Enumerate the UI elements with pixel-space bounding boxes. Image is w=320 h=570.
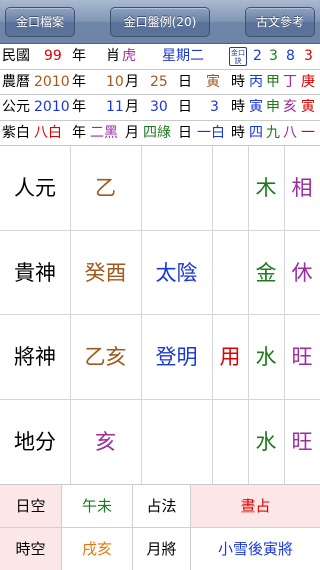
- zibai-month-unit: 月: [125, 124, 139, 141]
- stem-cell: 癸酉: [84, 260, 127, 285]
- num-1: 2: [253, 48, 262, 64]
- stem-year: 丙: [249, 73, 263, 90]
- spirit-cell: [141, 400, 212, 484]
- use-cell: [212, 400, 248, 484]
- calendar-row-minguo: 民國 99 年 肖 虎 星期二 金口訣 2 3 8 3: [0, 44, 320, 70]
- use-cell: [212, 146, 248, 230]
- spirit-cell: 太陰: [155, 260, 198, 285]
- minguo-year: 99: [44, 48, 62, 64]
- calendar-row-lunar: 農曆 2010 年 10 月 25 日 寅 時 丙 甲 丁 庚: [0, 70, 320, 95]
- divination-method-value[interactable]: 晝占: [191, 485, 320, 527]
- stem-day: 丁: [283, 73, 297, 90]
- calendar-panel: 民國 99 年 肖 虎 星期二 金口訣 2 3 8 3 農曆 2010 年 10…: [0, 44, 320, 146]
- zibai-label: 紫白: [2, 124, 30, 141]
- branch-month: 申: [266, 99, 280, 115]
- month-general-value[interactable]: 小雪後寅將: [191, 528, 320, 570]
- extra-3: 八: [283, 124, 297, 141]
- lunar-month: 10: [106, 73, 124, 90]
- lunar-year-unit: 年: [72, 73, 86, 90]
- lunar-day-unit: 日: [178, 73, 192, 90]
- grid-row-guishen[interactable]: 貴神 癸酉 太陰 金 休: [0, 231, 320, 315]
- jinkou-chart-grid: 人元 乙 木 相 貴神 癸酉 太陰 金 休 將神 乙亥 登明 用 水 旺 地分 …: [0, 146, 320, 484]
- calendar-row-zibai: 紫白 八白 年 二黑 月 四綠 日 一白 時 四 九 八 一: [0, 121, 320, 146]
- year-unit: 年: [72, 48, 86, 64]
- element-cell: 水: [255, 429, 277, 454]
- grid-row-renyuan[interactable]: 人元 乙 木 相: [0, 146, 320, 231]
- day-void-value: 午未: [62, 485, 133, 527]
- weekday: 星期二: [162, 48, 204, 64]
- zibai-year-star: 八白: [34, 124, 62, 141]
- gregorian-hour-unit: 時: [231, 99, 245, 115]
- gregorian-year-unit: 年: [72, 99, 86, 115]
- stem-cell: 乙: [95, 176, 116, 200]
- spirit-cell: 登明: [155, 345, 198, 369]
- state-cell: 旺: [291, 429, 313, 454]
- state-cell: 休: [291, 260, 313, 285]
- classical-reference-button[interactable]: 古文參考: [245, 7, 315, 37]
- extra-2: 九: [266, 124, 280, 141]
- num-3: 8: [286, 48, 295, 64]
- hour-void-label: 時空: [0, 528, 62, 570]
- era-label: 民國: [2, 48, 30, 64]
- extra-1: 四: [249, 124, 263, 141]
- hour-void-value: 戌亥: [62, 528, 133, 570]
- zibai-year-unit: 年: [72, 124, 86, 141]
- grid-row-difen[interactable]: 地分 亥 水 旺: [0, 400, 320, 485]
- element-cell: 水: [255, 345, 277, 369]
- lunar-year: 2010: [34, 73, 70, 90]
- stem-cell: 亥: [95, 429, 116, 454]
- use-cell: 用: [219, 345, 241, 369]
- extra-4: 一: [301, 124, 315, 141]
- num-4: 3: [304, 48, 313, 64]
- gregorian-hour: 3: [210, 99, 219, 115]
- day-void-label: 日空: [0, 485, 62, 527]
- branch-day: 亥: [283, 99, 297, 115]
- branch-year: 寅: [249, 99, 263, 115]
- zodiac-animal: 虎: [122, 48, 136, 64]
- element-cell: 木: [255, 176, 277, 200]
- bottom-row-day: 日空 午未 占法 晝占: [0, 485, 320, 528]
- row-label: 將神: [14, 345, 56, 369]
- bottom-row-hour: 時空 戌亥 月將 小雪後寅將: [0, 528, 320, 570]
- gregorian-month: 11: [106, 99, 124, 115]
- calendar-row-gregorian: 公元 2010 年 11 月 30 日 3 時 寅 申 亥 寅: [0, 95, 320, 121]
- element-cell: 金: [255, 260, 277, 285]
- divination-method-label: 占法: [133, 485, 191, 527]
- gregorian-year: 2010: [34, 99, 70, 115]
- row-label: 人元: [14, 176, 56, 200]
- gregorian-label: 公元: [2, 99, 30, 115]
- zibai-hour-star: 一白: [197, 124, 225, 141]
- branch-hour: 寅: [301, 99, 315, 115]
- seal-stamp[interactable]: 金口訣: [229, 47, 247, 66]
- records-button[interactable]: 金口檔案: [5, 7, 75, 37]
- zibai-day-star: 四綠: [143, 124, 171, 141]
- lunar-hour-branch: 寅: [206, 73, 220, 90]
- gregorian-day-unit: 日: [178, 99, 192, 115]
- row-label: 貴神: [14, 260, 56, 285]
- lunar-month-unit: 月: [125, 73, 139, 90]
- row-label: 地分: [14, 429, 56, 454]
- lunar-hour-unit: 時: [231, 73, 245, 90]
- stem-hour: 庚: [301, 73, 315, 90]
- gregorian-day: 30: [150, 99, 168, 115]
- use-cell: [212, 231, 248, 315]
- examples-title-button[interactable]: 金口盤例(20): [110, 7, 210, 37]
- bottom-info-panel: 日空 午未 占法 晝占 時空 戌亥 月將 小雪後寅將: [0, 484, 320, 570]
- zibai-day-unit: 日: [178, 124, 192, 141]
- num-2: 3: [269, 48, 278, 64]
- zodiac-prefix: 肖: [106, 48, 120, 64]
- stem-cell: 乙亥: [84, 345, 127, 369]
- stem-month: 甲: [266, 73, 280, 90]
- grid-row-jiangshen[interactable]: 將神 乙亥 登明 用 水 旺: [0, 315, 320, 400]
- state-cell: 旺: [291, 345, 313, 369]
- zibai-month-star: 二黑: [90, 124, 118, 141]
- month-general-label: 月將: [133, 528, 191, 570]
- lunar-day: 25: [150, 73, 168, 90]
- state-cell: 相: [291, 176, 313, 200]
- zibai-hour-unit: 時: [231, 124, 245, 141]
- lunar-label: 農曆: [2, 73, 30, 90]
- navigation-bar: 金口檔案 金口盤例(20) 古文參考: [0, 0, 320, 44]
- gregorian-month-unit: 月: [125, 99, 139, 115]
- spirit-cell: [141, 146, 212, 230]
